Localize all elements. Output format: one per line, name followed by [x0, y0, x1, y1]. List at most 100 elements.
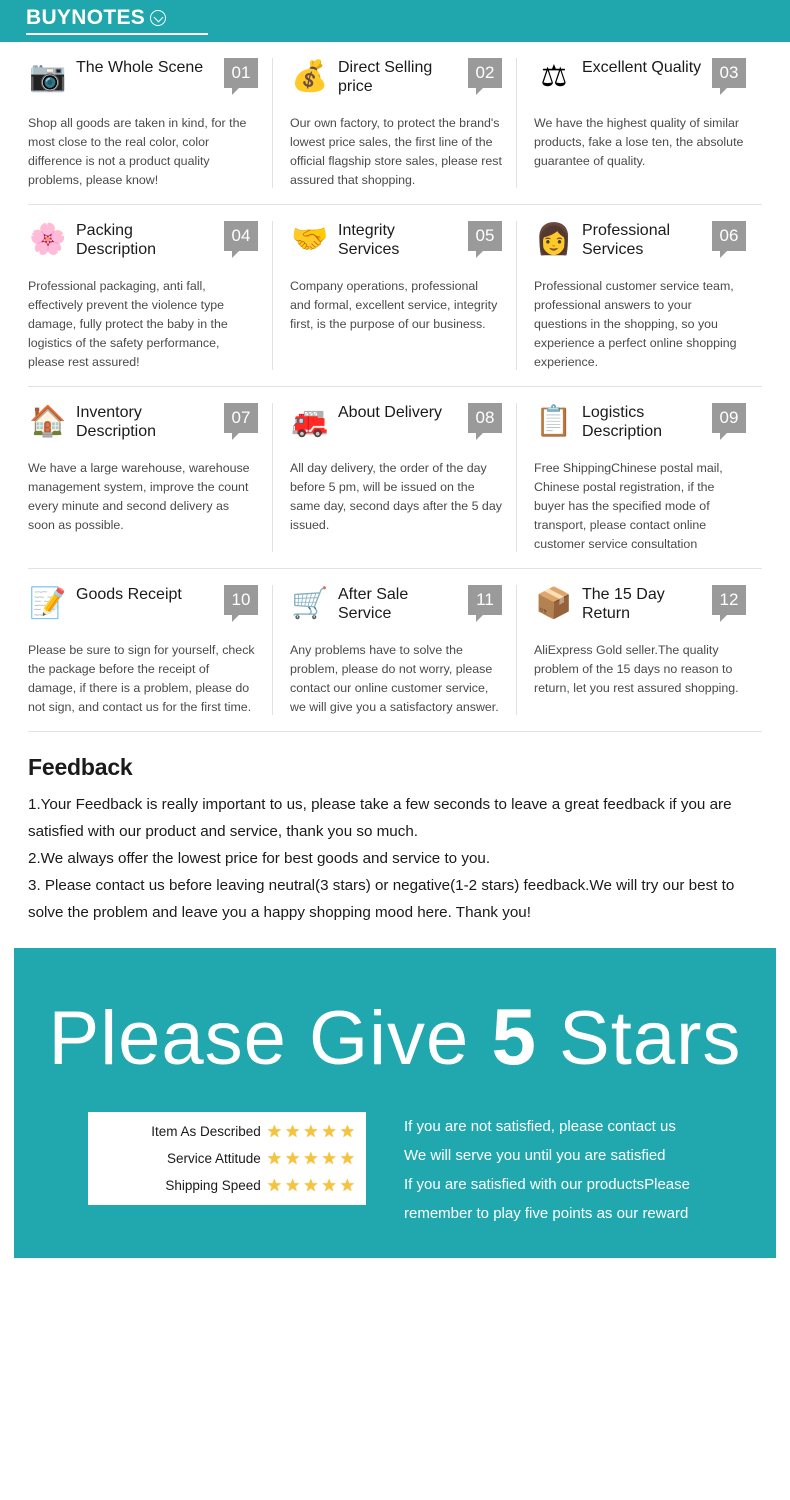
- notes-row: 🌸 Packing Description 04 Professional pa…: [28, 205, 762, 387]
- color-pinwheel-icon: 🌸: [29, 223, 67, 256]
- handshake-icon: 🤝: [291, 223, 329, 256]
- star-icon: ★: [303, 1176, 320, 1195]
- note-card-08: 🚒 About Delivery 08 All day delivery, th…: [272, 387, 516, 568]
- note-body: We have the highest quality of similar p…: [534, 116, 744, 168]
- feedback-section: Feedback 1.Your Feedback is really impor…: [0, 732, 790, 926]
- shopping-cart-return-icon: 🛒: [291, 587, 329, 620]
- note-card-07: 🏠 Inventory Description 07 We have a lar…: [28, 387, 272, 568]
- note-header: 🏠 Inventory Description 07: [28, 401, 258, 449]
- note-number-badge: 02: [468, 58, 502, 95]
- note-card-05: 🤝 Integrity Services 05 Company operatio…: [272, 205, 516, 386]
- note-header: 🤝 Integrity Services 05: [290, 219, 502, 267]
- star-icon: ★: [285, 1149, 302, 1168]
- banner-lower: Item As Described ★ ★ ★ ★ ★ Service Attitude…: [14, 1082, 776, 1228]
- note-card-10: 📝 Goods Receipt 10 Please be sure to sig…: [28, 569, 272, 731]
- feedback-heading: Feedback: [28, 754, 133, 780]
- rating-stars-service-attitude: ★ ★ ★ ★ ★: [267, 1150, 356, 1167]
- banner-message-4: remember to play five points as our rewa…: [404, 1205, 689, 1222]
- delivery-truck-icon: 🚒: [291, 405, 329, 438]
- brand-underline: [26, 33, 208, 35]
- note-title: Packing Description: [76, 222, 157, 258]
- chevron-down-circle-icon: [150, 9, 167, 26]
- rating-label: Item As Described: [151, 1124, 261, 1139]
- star-icon: ★: [285, 1176, 302, 1195]
- notes-row: 🏠 Inventory Description 07 We have a lar…: [28, 387, 762, 569]
- note-title: Logistics Description: [582, 404, 663, 440]
- page-header: BUYNOTES: [0, 0, 790, 42]
- note-body: AliExpress Gold seller.The quality probl…: [534, 643, 739, 695]
- note-header: 📷 The Whole Scene 01: [28, 56, 258, 104]
- brand-title: BUYNOTES: [26, 6, 146, 29]
- clipboard-pen-icon: 📋: [535, 405, 573, 438]
- note-card-04: 🌸 Packing Description 04 Professional pa…: [28, 205, 272, 386]
- star-icon: ★: [339, 1176, 356, 1195]
- note-title: About Delivery: [338, 404, 443, 421]
- brand-row: BUYNOTES: [26, 6, 208, 29]
- star-icon: ★: [321, 1176, 338, 1195]
- note-title: Inventory Description: [76, 404, 157, 440]
- note-body: Professional packaging, anti fall, effec…: [28, 279, 228, 369]
- headline-pre: Please Give: [48, 996, 492, 1081]
- receipt-checkmark-icon: 📝: [29, 587, 67, 620]
- note-card-12: 📦 The 15 Day Return 12 AliExpress Gold s…: [516, 569, 760, 731]
- note-title: Goods Receipt: [76, 586, 182, 603]
- rating-stars-item-as-described: ★ ★ ★ ★ ★: [267, 1123, 356, 1140]
- note-title: The Whole Scene: [76, 59, 204, 76]
- banner-message-1: If you are not satisfied, please contact…: [404, 1118, 676, 1135]
- note-title: Excellent Quality: [582, 59, 702, 76]
- note-number-badge: 04: [224, 221, 258, 258]
- note-number-badge: 01: [224, 58, 258, 95]
- note-header: 🛒 After Sale Service 11: [290, 583, 502, 631]
- give-stars-banner: Please Give 5 Stars Item As Described ★ ★…: [14, 948, 776, 1258]
- note-card-01: 📷 The Whole Scene 01 Shop all goods are …: [28, 42, 272, 204]
- note-card-03: ⚖ Excellent Quality 03 We have the highe…: [516, 42, 760, 204]
- customer-service-agent-icon: 👩: [535, 223, 573, 256]
- notes-row: 📝 Goods Receipt 10 Please be sure to sig…: [28, 569, 762, 732]
- star-icon: ★: [339, 1122, 356, 1141]
- note-card-02: 💰 Direct Selling price 02 Our own factor…: [272, 42, 516, 204]
- balance-scales-icon: ⚖: [540, 60, 568, 93]
- note-title: Direct Selling price: [338, 59, 433, 95]
- note-header: 📋 Logistics Description 09: [534, 401, 746, 449]
- note-body: All day delivery, the order of the day b…: [290, 461, 502, 532]
- headline-number: 5: [491, 992, 537, 1081]
- note-body: Our own factory, to protect the brand's …: [290, 116, 502, 187]
- note-title: After Sale Service: [338, 586, 409, 622]
- note-number-badge: 11: [468, 585, 502, 622]
- note-number-badge: 08: [468, 403, 502, 440]
- banner-messages: If you are not satisfied, please contact…: [404, 1112, 690, 1228]
- note-header: 👩 Professional Services 06: [534, 219, 746, 267]
- feedback-line-1: 1.Your Feedback is really important to u…: [28, 796, 732, 840]
- note-card-11: 🛒 After Sale Service 11 Any problems hav…: [272, 569, 516, 731]
- star-icon: ★: [285, 1122, 302, 1141]
- note-number-badge: 07: [224, 403, 258, 440]
- note-header: 📦 The 15 Day Return 12: [534, 583, 746, 631]
- star-icon: ★: [339, 1149, 356, 1168]
- note-header: 🚒 About Delivery 08: [290, 401, 502, 449]
- brand-block: BUYNOTES: [26, 6, 208, 35]
- buyer-notes-grid: 📷 The Whole Scene 01 Shop all goods are …: [0, 42, 790, 732]
- banner-message-3: If you are satisfied with our productsPl…: [404, 1176, 690, 1193]
- star-icon: ★: [303, 1149, 320, 1168]
- open-box-icon: 📦: [535, 587, 573, 620]
- headline-post: Stars: [536, 996, 742, 1081]
- note-title: Professional Services: [582, 222, 671, 258]
- give-stars-headline: Please Give 5 Stars: [14, 994, 776, 1082]
- note-card-06: 👩 Professional Services 06 Professional …: [516, 205, 760, 386]
- note-body: Professional customer service team, prof…: [534, 279, 737, 369]
- note-number-badge: 10: [224, 585, 258, 622]
- note-card-09: 📋 Logistics Description 09 Free Shipping…: [516, 387, 760, 568]
- star-icon: ★: [321, 1122, 338, 1141]
- note-body: Company operations, professional and for…: [290, 279, 498, 331]
- note-header: 💰 Direct Selling price 02: [290, 56, 502, 104]
- note-number-badge: 03: [712, 58, 746, 95]
- feedback-line-3: 3. Please contact us before leaving neut…: [28, 877, 735, 921]
- rating-label: Service Attitude: [166, 1151, 261, 1166]
- warehouse-house-icon: 🏠: [29, 405, 67, 438]
- note-body: Free ShippingChinese postal mail, Chines…: [534, 461, 723, 551]
- rating-row: Item As Described ★ ★ ★ ★ ★: [98, 1118, 356, 1145]
- rating-stars-shipping-speed: ★ ★ ★ ★ ★: [267, 1177, 356, 1194]
- star-icon: ★: [266, 1176, 283, 1195]
- star-icon: ★: [321, 1149, 338, 1168]
- note-number-badge: 06: [712, 221, 746, 258]
